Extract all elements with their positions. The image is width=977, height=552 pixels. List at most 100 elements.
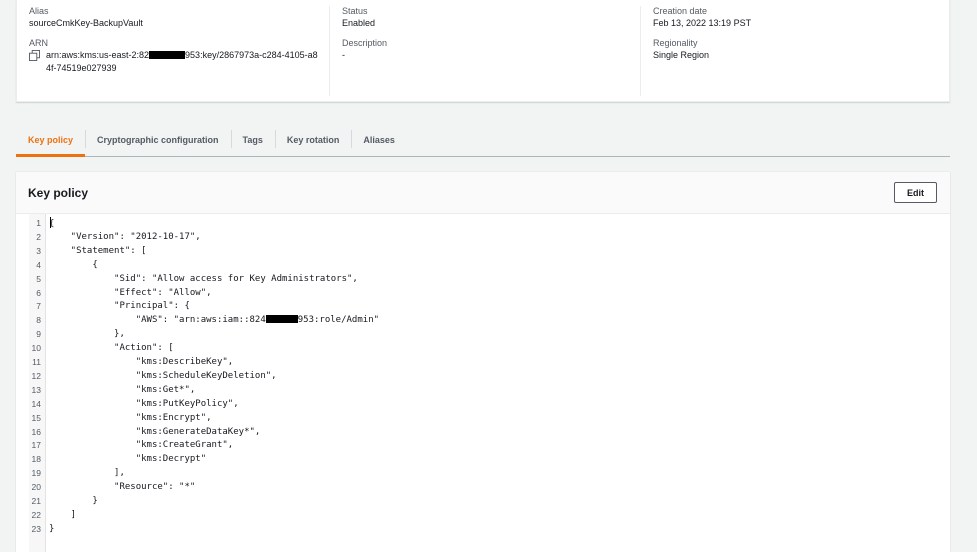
tab-key-rotation[interactable]: Key rotation [274,124,352,156]
code-line: 1{ [29,217,929,231]
text-cursor [50,217,52,228]
code-text: "Resource": "*" [49,481,195,495]
code-line: 3 "Statement": [ [29,245,929,259]
code-text-main: "Effect": "Allow", [49,287,212,298]
description-label: Description [342,38,388,48]
tab-key-policy[interactable]: Key policy [16,124,86,157]
line-number: 18 [31,454,41,465]
code-text-main: "Statement": [ [49,245,147,256]
code-text: "Sid": "Allow access for Key Administrat… [49,273,358,287]
line-number: 12 [31,370,41,381]
code-text-main: ], [49,468,125,479]
code-text: "Effect": "Allow", [49,287,212,301]
code-line: 18 "kms:Decrypt" [29,453,929,467]
creation-date-value: Feb 13, 2022 13:19 PST [653,18,752,28]
alias-value: sourceCmkKey-BackupVault [29,18,143,28]
line-number: 4 [36,259,41,270]
creation-date-label: Creation date [653,6,708,16]
alias-label: Alias [29,6,49,16]
line-number: 10 [31,343,41,354]
code-line: 22 ] [29,509,929,523]
code-text: "Version": "2012-10-17", [49,231,201,245]
summary-column-dates: Creation date Feb 13, 2022 13:19 PST Reg… [640,6,940,96]
code-text: { [49,217,54,232]
code-line: 23} [29,523,929,537]
status-label: Status [342,6,368,16]
code-text-main: "kms:DescribeKey", [49,357,234,367]
line-number: 16 [31,426,41,437]
copy-icon[interactable] [29,50,40,61]
code-text-main: } [49,523,55,534]
tab-tags[interactable]: Tags [230,124,275,156]
policy-code-editor[interactable]: 1{2 "Version": "2012-10-17", 3 "Statement… [29,214,950,552]
description-value: - [342,50,345,60]
code-line: 14 "kms:PutKeyPolicy", [29,398,929,412]
arn-label: ARN [29,38,49,48]
summary-column-identity: Alias sourceCmkKey-BackupVault ARN arn:a… [29,6,329,75]
code-line: 4 { [29,259,929,273]
code-text: ], [49,467,125,481]
line-number: 22 [31,509,41,520]
code-line: 7 "Principal": { [29,300,929,314]
redacted-account-id [265,315,298,324]
code-text: "kms:Get*", [49,384,196,398]
code-text-main: { [49,259,98,270]
code-text-main: "kms:Decrypt" [49,454,207,465]
code-text-main: "kms:Encrypt", [49,412,212,423]
code-line: 13 "kms:Get*", [29,384,929,398]
code-text: "kms:Decrypt" [49,453,206,467]
code-text: "kms:ScheduleKeyDeletion", [49,370,277,384]
regionality-value: Single Region [653,50,710,60]
code-text-main: "kms:CreateGrant", [49,440,234,451]
code-line: 11 "kms:DescribeKey", [29,356,929,370]
line-number: 9 [36,329,41,340]
code-line: 9 }, [29,328,929,342]
code-text: "AWS": "arn:aws:iam::824 953:role/Admin" [49,314,379,328]
code-line: 12 "kms:ScheduleKeyDeletion", [29,370,929,384]
panel-title: Key policy [28,186,89,200]
code-text: } [49,523,54,537]
edit-button[interactable]: Edit [894,182,937,203]
line-number: 19 [31,468,41,479]
line-number: 8 [36,315,41,326]
code-text-main: }, [49,329,125,340]
redacted-account-id [149,51,186,59]
line-number: 15 [31,412,41,423]
line-number: 21 [31,496,41,506]
code-line: 5 "Sid": "Allow access for Key Administr… [29,273,929,287]
regionality-label: Regionality [653,38,698,48]
line-number: 20 [31,482,41,493]
line-number: 7 [36,301,41,312]
line-number: 3 [36,245,41,256]
code-text-tail: 953:role/Admin" [297,315,380,326]
code-line: 8 "AWS": "arn:aws:iam::824 953:role/Admin… [29,314,929,328]
code-text: "Principal": { [49,300,190,314]
code-text-main: "kms:Get*", [49,384,196,395]
line-number: 5 [36,273,41,284]
code-text-main: "Action": [ [49,343,174,354]
code-text-main: "Resource": "*" [49,482,196,493]
line-number: 13 [31,384,41,395]
arn-value: arn:aws:kms:us-east-2:82 953:key/2867973a… [29,49,329,75]
arn-line-2: 4f-74519e027939 [46,63,117,73]
code-text: { [49,259,98,273]
code-text: }, [49,328,125,342]
summary-column-status: Status Enabled Description - [329,6,640,96]
key-summary-panel: Alias sourceCmkKey-BackupVault ARN arn:a… [16,0,950,102]
code-line: 2 "Version": "2012-10-17", [29,231,929,245]
arn-text: arn:aws:kms:us-east-2:82 953:key/2867973a… [46,49,318,75]
code-line: 21 } [29,495,929,509]
arn-part-2: 953:key/2867973a-c284-4105-a8 [185,50,318,60]
key-detail-tabs: Key policy Cryptographic configuration T… [16,124,950,157]
line-number: 1 [36,218,41,228]
key-policy-panel: Key policy Edit 1{2 "Version": "2012-10-… [16,171,950,552]
code-text: "kms:PutKeyPolicy", [49,398,239,412]
key-policy-header: Key policy Edit [16,172,950,214]
code-line: 15 "kms:Encrypt", [29,412,929,426]
tab-cryptographic-configuration[interactable]: Cryptographic configuration [85,124,231,156]
code-text-main: "AWS": "arn:aws:iam::824 [49,315,266,326]
code-line: 16 "kms:GenerateDataKey*", [29,426,929,440]
code-text: "Action": [ [49,342,174,356]
code-line: 20 "Resource": "*" [29,481,929,495]
tab-aliases[interactable]: Aliases [351,124,407,156]
